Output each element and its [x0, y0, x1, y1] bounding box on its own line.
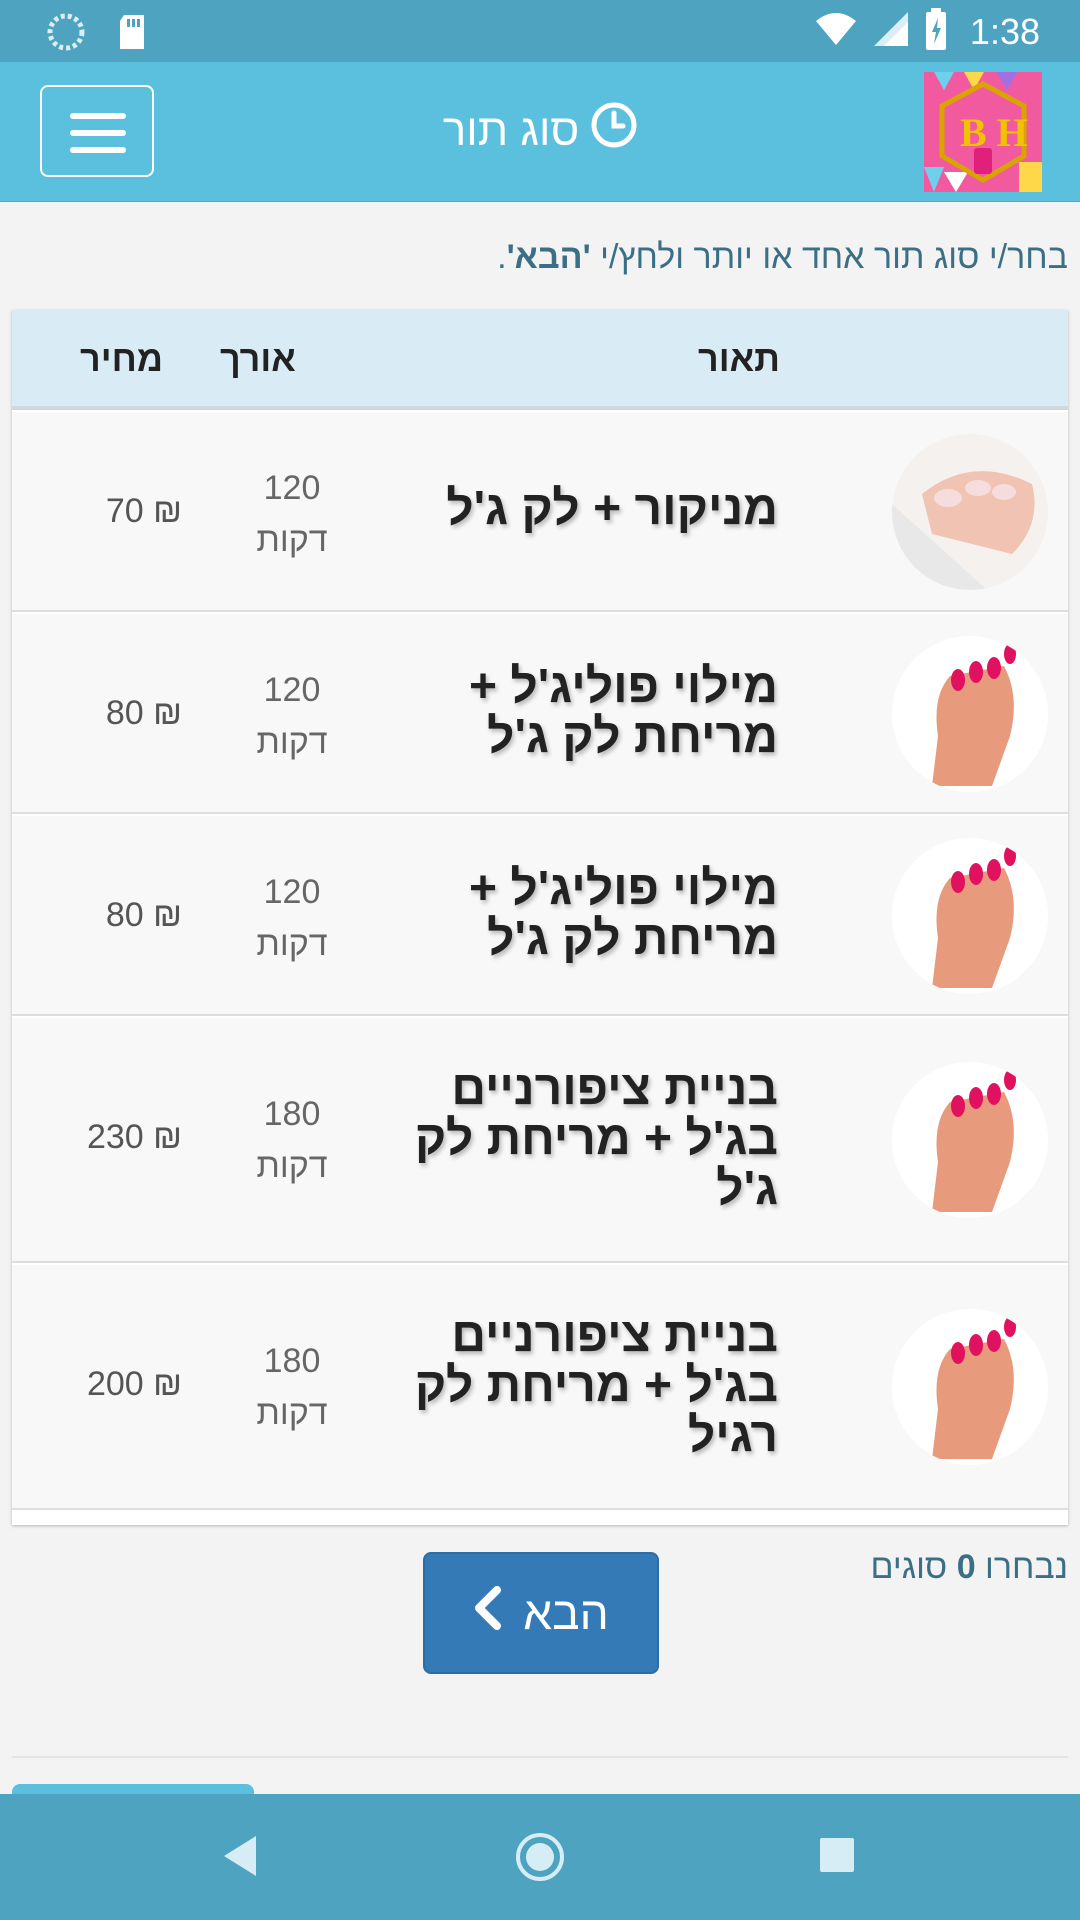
row-description: מילוי פוליג'ל + מריחת לק ג'ל — [468, 862, 778, 965]
row-length: 180 דקות — [232, 1335, 352, 1439]
table-row[interactable]: בניית ציפורניים בג'ל + מריחת לק ג'ל 180 ד… — [12, 1018, 1068, 1263]
appointment-types-table: תאור אורך מחיר מניקור + לק ג'ל 120 דקות 7… — [12, 310, 1068, 1525]
table-header: תאור אורך מחיר — [12, 310, 1068, 410]
table-row[interactable]: בניית ציפורניים בג'ל + מריחת לק רגיל 180… — [12, 1265, 1068, 1510]
logo[interactable]: B H — [924, 72, 1042, 192]
table-row[interactable]: מניקור + לק ג'ל 120 דקות 70 ₪ — [12, 412, 1068, 612]
page-title-text: סוג תור — [442, 105, 580, 155]
selected-count-text: נבחרו 0 סוגים — [871, 1548, 1068, 1587]
pink-nails-photo — [892, 1062, 1048, 1218]
pink-nails-photo — [892, 838, 1048, 994]
length-value: 180 — [263, 1095, 321, 1133]
app-bar: סוג תור B H — [0, 62, 1080, 202]
sdcard-icon — [116, 13, 148, 56]
selected-suffix: סוגים — [870, 1548, 957, 1586]
row-price: 230 ₪ — [86, 1118, 182, 1156]
length-value: 120 — [263, 873, 321, 911]
manicure-photo — [892, 434, 1048, 590]
recents-icon[interactable] — [820, 1838, 854, 1877]
selected-count: 0 — [956, 1548, 976, 1586]
page-title: סוג תור — [0, 102, 1080, 159]
row-description: מניקור + לק ג'ל — [446, 482, 778, 535]
row-description: בניית ציפורניים בג'ל + מריחת לק ג'ל — [414, 1062, 778, 1215]
battery-charging-icon — [924, 8, 948, 55]
signal-icon — [872, 10, 910, 53]
next-button-label: הבא — [523, 1587, 609, 1639]
column-description: תאור — [697, 338, 780, 379]
row-length: 180 דקות — [232, 1088, 352, 1192]
length-unit: דקות — [256, 1394, 328, 1432]
row-length: 120 דקות — [232, 866, 352, 970]
selected-prefix: נבחרו — [975, 1548, 1068, 1586]
pink-nails-photo — [892, 636, 1048, 792]
row-price: 70 ₪ — [105, 492, 182, 530]
next-button[interactable]: הבא — [423, 1552, 659, 1674]
status-bar: 1:38 — [0, 0, 1080, 62]
instructions-highlight: 'הבא' — [506, 238, 591, 276]
pink-nails-photo — [892, 1309, 1048, 1465]
divider — [12, 1756, 1068, 1758]
length-value: 180 — [263, 1342, 321, 1380]
wifi-icon — [814, 11, 858, 52]
table-row[interactable]: מילוי פוליג'ל + מריחת לק ג'ל 120 דקות 80 … — [12, 614, 1068, 814]
navigation-bar — [0, 1794, 1080, 1920]
row-price: 200 ₪ — [86, 1365, 182, 1403]
loading-icon — [46, 12, 86, 57]
column-price: מחיר — [80, 338, 163, 379]
instructions-text: בחר/י סוג תור אחד או יותר ולחץ/י 'הבא'. — [8, 238, 1068, 277]
row-description: מילוי פוליג'ל + מריחת לק ג'ל — [468, 660, 778, 763]
instructions-after: . — [497, 238, 507, 276]
row-description: בניית ציפורניים בג'ל + מריחת לק רגיל — [414, 1309, 778, 1462]
length-unit: דקות — [256, 723, 328, 761]
length-unit: דקות — [256, 1147, 328, 1185]
row-price: 80 ₪ — [105, 694, 182, 732]
row-length: 120 דקות — [232, 462, 352, 566]
chevron-left-icon — [473, 1585, 503, 1641]
clock-icon — [591, 102, 637, 159]
length-value: 120 — [263, 671, 321, 709]
instructions-before: בחר/י סוג תור אחד או יותר ולחץ/י — [590, 238, 1068, 276]
table-row[interactable]: מילוי פוליג'ל + מריחת לק ג'ל 120 דקות 80 … — [12, 816, 1068, 1016]
row-price: 80 ₪ — [105, 896, 182, 934]
length-value: 120 — [263, 469, 321, 507]
row-length: 120 דקות — [232, 664, 352, 768]
length-unit: דקות — [256, 521, 328, 559]
column-length: אורך — [220, 338, 296, 379]
length-unit: דקות — [256, 925, 328, 963]
back-icon[interactable] — [222, 1834, 258, 1883]
clock-time: 1:38 — [969, 10, 1040, 52]
home-icon[interactable] — [515, 1832, 565, 1887]
svg-text:B H: B H — [960, 110, 1028, 155]
